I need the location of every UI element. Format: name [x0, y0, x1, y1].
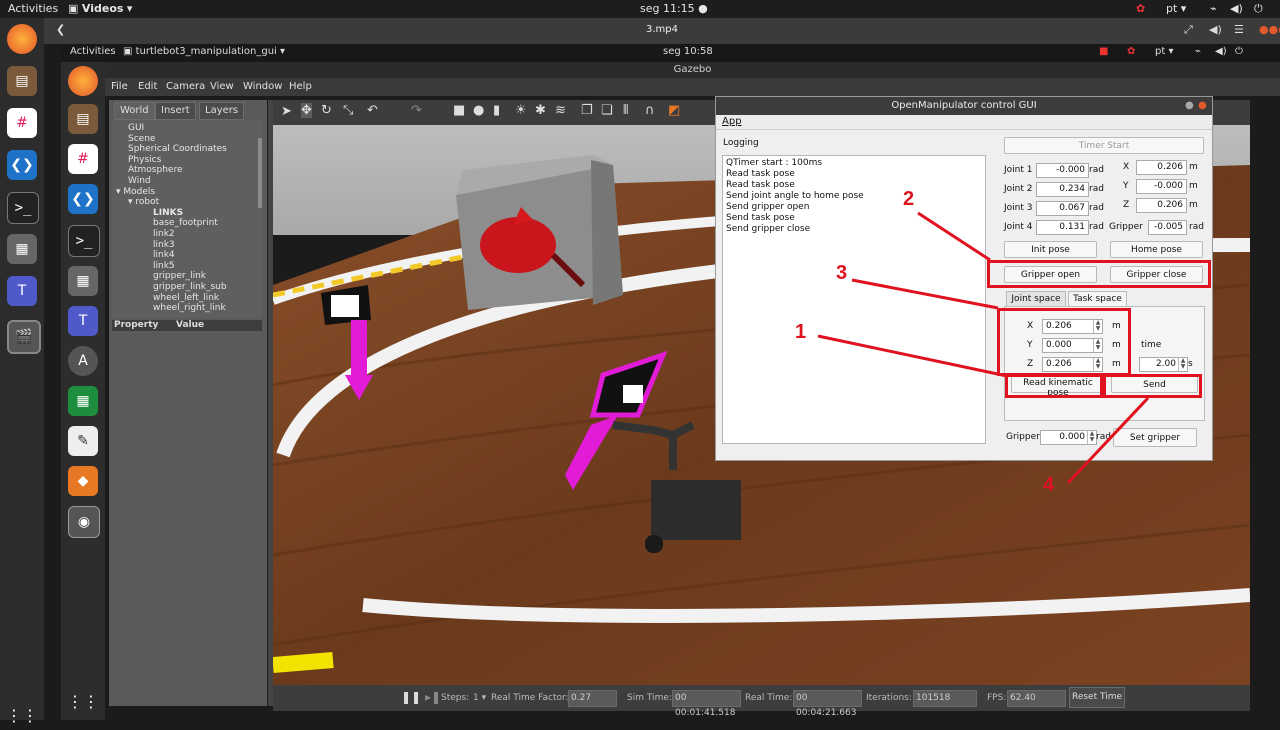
annotation-arrows: [817, 211, 1150, 485]
annotation-number-2: 2: [903, 188, 915, 210]
arrow-3-line: [851, 278, 999, 310]
arrow-1-line: [817, 334, 1008, 378]
arrow-4-line: [1066, 396, 1150, 485]
annotation-number-1: 1: [795, 321, 807, 343]
annotation-number-3: 3: [836, 262, 848, 284]
arrow-2-line: [917, 211, 991, 262]
annotation-number-4: 4: [1043, 474, 1055, 496]
